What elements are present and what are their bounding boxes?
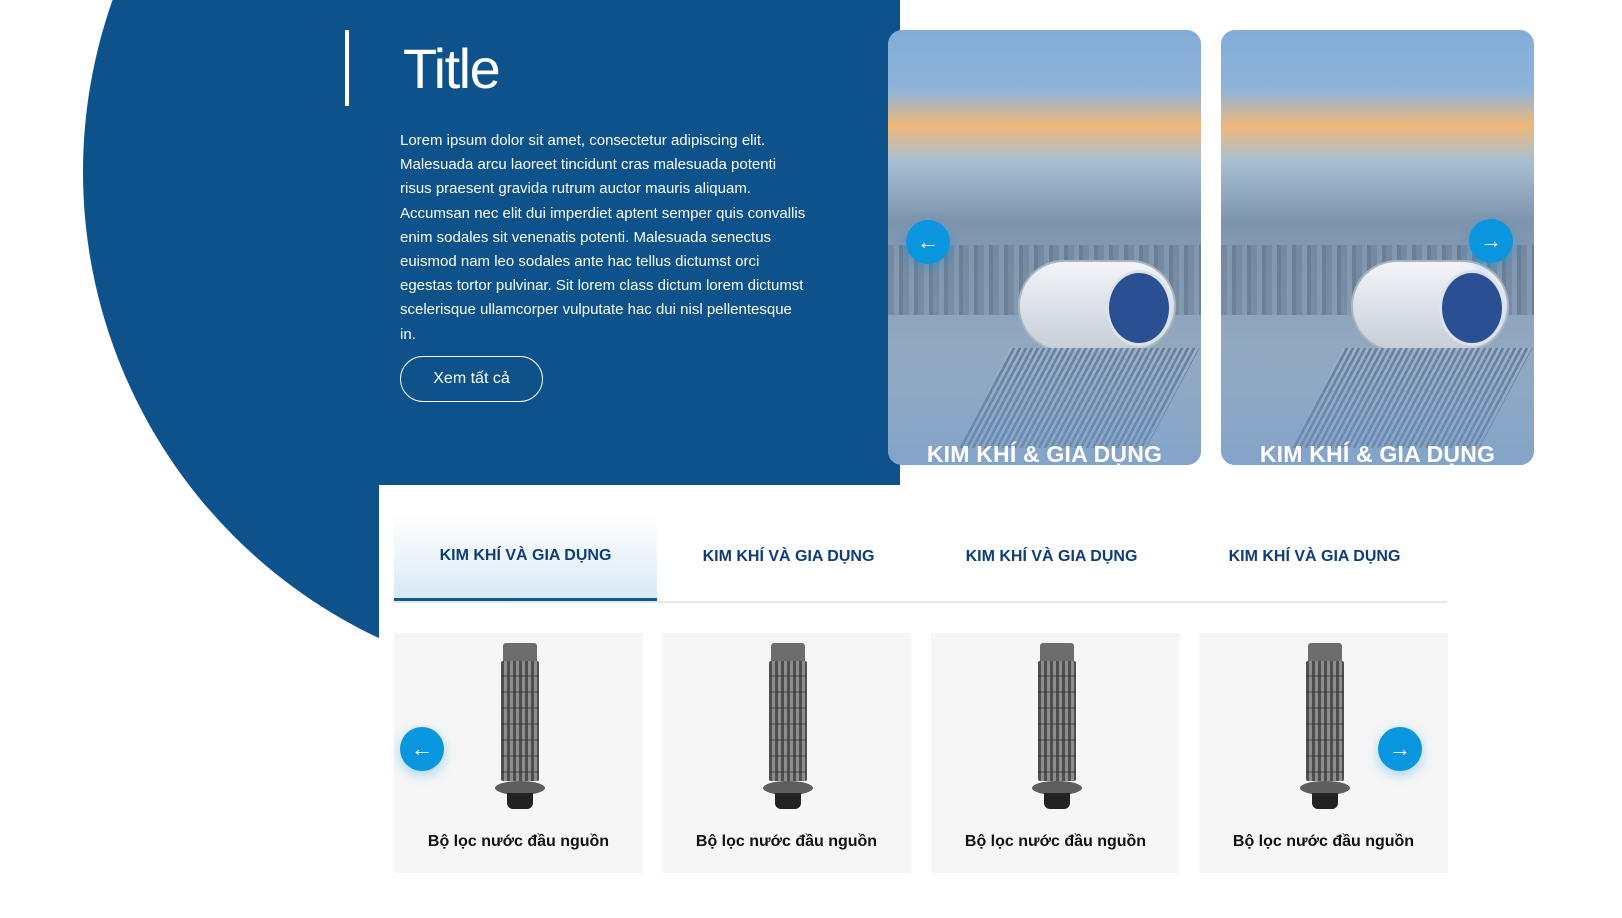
product-carousel-prev-button[interactable]: ← [400, 727, 444, 771]
tab-kim-khi-2[interactable]: KIM KHÍ VÀ GIA DỤNG [657, 513, 920, 601]
brand-badge-image [1106, 270, 1172, 346]
tab-kim-khi-4[interactable]: KIM KHÍ VÀ GIA DỤNG [1183, 513, 1446, 601]
tab-kim-khi-3[interactable]: KIM KHÍ VÀ GIA DỤNG [920, 513, 1183, 601]
product-name: Bộ lọc nước đầu nguồn [1232, 833, 1415, 850]
page-title: Title [403, 37, 501, 100]
product-name: Bộ lọc nước đầu nguồn [427, 833, 610, 850]
water-filter-image [495, 643, 545, 811]
category-card-label: KIM KHÍ & GIA DỤNG [926, 441, 1163, 465]
arrow-left-icon: ← [411, 736, 433, 761]
water-filter-image [763, 643, 813, 811]
arrow-left-icon: ← [917, 229, 939, 254]
arrow-right-icon: → [1389, 736, 1411, 761]
product-card[interactable]: Bộ lọc nước đầu nguồn [662, 633, 911, 873]
hero-description: Lorem ipsum dolor sit amet, consectetur … [400, 132, 806, 343]
product-card[interactable]: Bộ lọc nước đầu nguồn [931, 633, 1180, 873]
product-name: Bộ lọc nước đầu nguồn [695, 833, 878, 850]
category-tabs: KIM KHÍ VÀ GIA DỤNG KIM KHÍ VÀ GIA DỤNG … [394, 513, 1447, 603]
water-filter-image [1300, 643, 1350, 811]
product-name: Bộ lọc nước đầu nguồn [964, 833, 1147, 850]
tab-kim-khi-1[interactable]: KIM KHÍ VÀ GIA DỤNG [394, 513, 657, 601]
title-accent-bar [345, 30, 349, 106]
category-card-label: KIM KHÍ & GIA DỤNG [1259, 441, 1496, 465]
product-carousel-next-button[interactable]: → [1378, 727, 1422, 771]
brand-badge-image [1439, 270, 1505, 346]
water-filter-image [1032, 643, 1082, 811]
card-carousel-next-button[interactable]: → [1469, 219, 1513, 263]
card-carousel-prev-button[interactable]: ← [906, 220, 950, 264]
view-all-button[interactable]: Xem tất cả [400, 356, 543, 402]
arrow-right-icon: → [1480, 228, 1502, 253]
